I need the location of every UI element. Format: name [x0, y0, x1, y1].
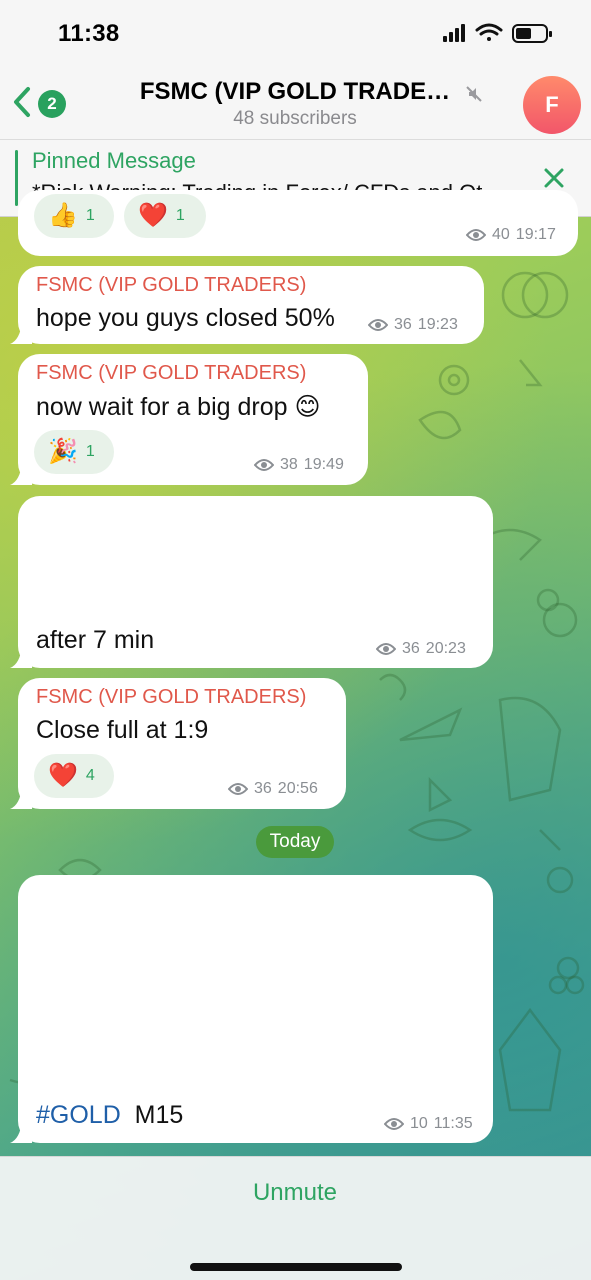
- reaction-chip[interactable]: 👍 1: [34, 194, 114, 238]
- caption-text: M15: [134, 1101, 184, 1129]
- message-time: 19:17: [515, 226, 556, 243]
- channel-avatar[interactable]: F: [523, 76, 581, 134]
- message-caption: #GOLD M15: [36, 1101, 183, 1130]
- wifi-icon: [475, 23, 503, 41]
- battery-icon: [512, 24, 552, 43]
- media-area[interactable]: [18, 875, 493, 1090]
- bubble-tail: [10, 646, 32, 668]
- message-time: 19:49: [303, 456, 344, 473]
- message-text: hope you guys closed 50%: [36, 304, 335, 332]
- unread-count-badge: 2: [38, 90, 66, 118]
- sender-name: FSMC (VIP GOLD TRADERS): [36, 274, 307, 296]
- bubble-tail: [10, 1121, 32, 1143]
- reaction-chip[interactable]: ❤️ 1: [124, 194, 206, 238]
- eye-icon: [384, 1118, 404, 1130]
- view-count: 40: [492, 226, 510, 243]
- status-bar: 11:38: [0, 0, 591, 66]
- bubble-tail: [10, 463, 32, 485]
- message-bubble[interactable]: FSMC (VIP GOLD TRADERS) Close full at 1:…: [10, 678, 346, 809]
- message-meta: 36 20:23: [376, 640, 466, 658]
- eye-icon: [254, 459, 274, 471]
- eye-icon: [466, 229, 486, 241]
- message-bubble[interactable]: #GOLD M15 10 11:35: [10, 875, 493, 1143]
- message-time: 20:23: [425, 640, 466, 657]
- mute-icon: [466, 86, 482, 102]
- view-count: 10: [410, 1115, 428, 1132]
- close-icon[interactable]: [540, 164, 568, 192]
- reaction-emoji: ❤️: [48, 762, 78, 789]
- hashtag-link[interactable]: #GOLD: [36, 1101, 121, 1129]
- message-text: now wait for a big drop 😊: [36, 393, 321, 421]
- message-bubble[interactable]: 👍 1 ❤️ 1 40 19:17: [18, 190, 578, 256]
- message-meta: 38 19:49: [254, 456, 344, 474]
- bottom-bar: Unmute: [0, 1156, 591, 1280]
- message-meta: 40 19:17: [466, 226, 556, 244]
- media-area[interactable]: [18, 496, 493, 616]
- bubble-tail: [10, 787, 32, 809]
- unmute-button[interactable]: Unmute: [195, 1173, 395, 1213]
- status-icons: [443, 23, 552, 43]
- reaction-count: 1: [175, 207, 185, 224]
- status-time: 11:38: [58, 20, 120, 47]
- date-separator: Today: [256, 826, 334, 858]
- reaction-emoji: ❤️: [138, 202, 168, 229]
- pinned-accent-line: [15, 150, 18, 206]
- subscriber-count: 48 subscribers: [233, 108, 357, 129]
- reaction-chip[interactable]: ❤️ 4: [34, 754, 114, 798]
- message-meta: 36 20:56: [228, 780, 318, 798]
- back-chevron-icon: [14, 87, 30, 117]
- view-count: 36: [394, 316, 412, 333]
- message-time: 11:35: [433, 1115, 473, 1132]
- channel-title[interactable]: FSMC (VIP GOLD TRADE…: [100, 78, 490, 106]
- reaction-chip[interactable]: 🎉 1: [34, 430, 114, 474]
- sender-name: FSMC (VIP GOLD TRADERS): [36, 686, 307, 708]
- back-button[interactable]: 2: [8, 82, 72, 122]
- bubble-tail: [10, 322, 32, 344]
- reaction-emoji: 👍: [48, 202, 78, 229]
- view-count: 38: [280, 456, 298, 473]
- message-time: 19:23: [417, 316, 458, 333]
- message-text: Close full at 1:9: [36, 716, 209, 744]
- sender-name: FSMC (VIP GOLD TRADERS): [36, 362, 307, 384]
- chat-header: 2 FSMC (VIP GOLD TRADE… 48 subscribers F: [0, 66, 591, 139]
- view-count: 36: [402, 640, 420, 657]
- eye-icon: [368, 319, 388, 331]
- message-time: 20:56: [277, 780, 318, 797]
- reaction-emoji: 🎉: [48, 438, 78, 465]
- reaction-count: 4: [85, 767, 95, 784]
- message-caption: after 7 min: [36, 626, 155, 654]
- reaction-count: 1: [85, 207, 95, 224]
- message-meta: 10 11:35: [384, 1115, 473, 1133]
- message-meta: 36 19:23: [368, 316, 458, 334]
- message-bubble[interactable]: FSMC (VIP GOLD TRADERS) hope you guys cl…: [10, 266, 484, 344]
- message-bubble[interactable]: after 7 min 36 20:23: [10, 496, 493, 668]
- view-count: 36: [254, 780, 272, 797]
- signal-icon: [443, 24, 465, 42]
- pinned-label: Pinned Message: [32, 148, 196, 173]
- eye-icon: [228, 783, 248, 795]
- message-bubble[interactable]: FSMC (VIP GOLD TRADERS) now wait for a b…: [10, 354, 368, 485]
- home-indicator[interactable]: [190, 1263, 402, 1271]
- reaction-count: 1: [85, 443, 95, 460]
- eye-icon: [376, 643, 396, 655]
